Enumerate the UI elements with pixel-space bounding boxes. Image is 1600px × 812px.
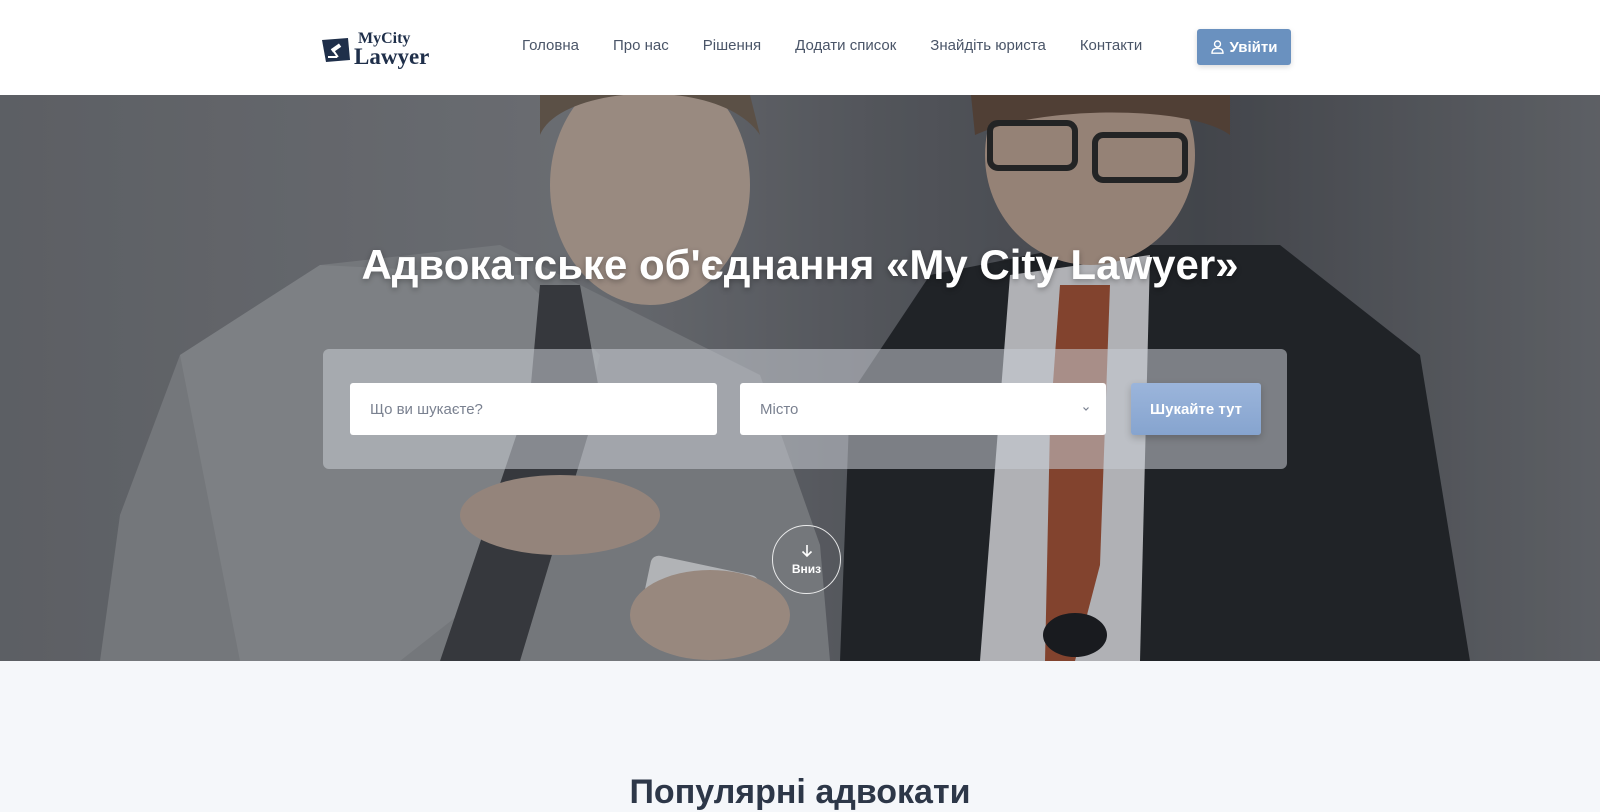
logo-wordmark: MyCity Lawyer xyxy=(354,31,430,69)
nav-item-find-lawyer[interactable]: Знайдіть юриста xyxy=(930,36,1046,56)
nav-item-about[interactable]: Про нас xyxy=(613,36,669,56)
nav-item-home[interactable]: Головна xyxy=(522,36,579,56)
user-icon xyxy=(1210,40,1224,54)
arrow-down-icon xyxy=(801,544,812,557)
hero-title: Адвокатське об'єднання «My City Lawyer» xyxy=(361,241,1239,288)
search-button[interactable]: Шукайте тут xyxy=(1131,383,1261,435)
search-panel: Місто Шукайте тут xyxy=(323,349,1287,469)
popular-lawyers-section: Популярні адвокати xyxy=(0,661,1600,811)
gavel-logo-icon xyxy=(322,38,350,62)
section-title: Популярні адвокати xyxy=(629,773,971,811)
site-logo[interactable]: MyCity Lawyer xyxy=(322,26,444,68)
nav-item-add-listing[interactable]: Додати список xyxy=(795,36,896,56)
city-select-value: Місто xyxy=(760,400,799,418)
chevron-down-icon xyxy=(1083,407,1089,411)
city-select[interactable]: Місто xyxy=(740,383,1106,435)
scroll-down-button[interactable]: Вниз xyxy=(772,525,841,594)
main-nav: Головна Про нас Рішення Додати список Зн… xyxy=(522,36,1142,56)
nav-item-solutions[interactable]: Рішення xyxy=(703,36,761,56)
search-input[interactable] xyxy=(350,383,717,435)
scroll-down-label: Вниз xyxy=(791,561,822,576)
site-header: MyCity Lawyer Головна Про нас Рішення До… xyxy=(0,0,1600,95)
login-label: Увійти xyxy=(1229,38,1278,56)
logo-text-bottom: Lawyer xyxy=(354,44,430,69)
nav-item-contacts[interactable]: Контакти xyxy=(1080,36,1142,56)
hero-banner: Адвокатське об'єднання «My City Lawyer» … xyxy=(0,95,1600,661)
login-button[interactable]: Увійти xyxy=(1197,29,1291,65)
